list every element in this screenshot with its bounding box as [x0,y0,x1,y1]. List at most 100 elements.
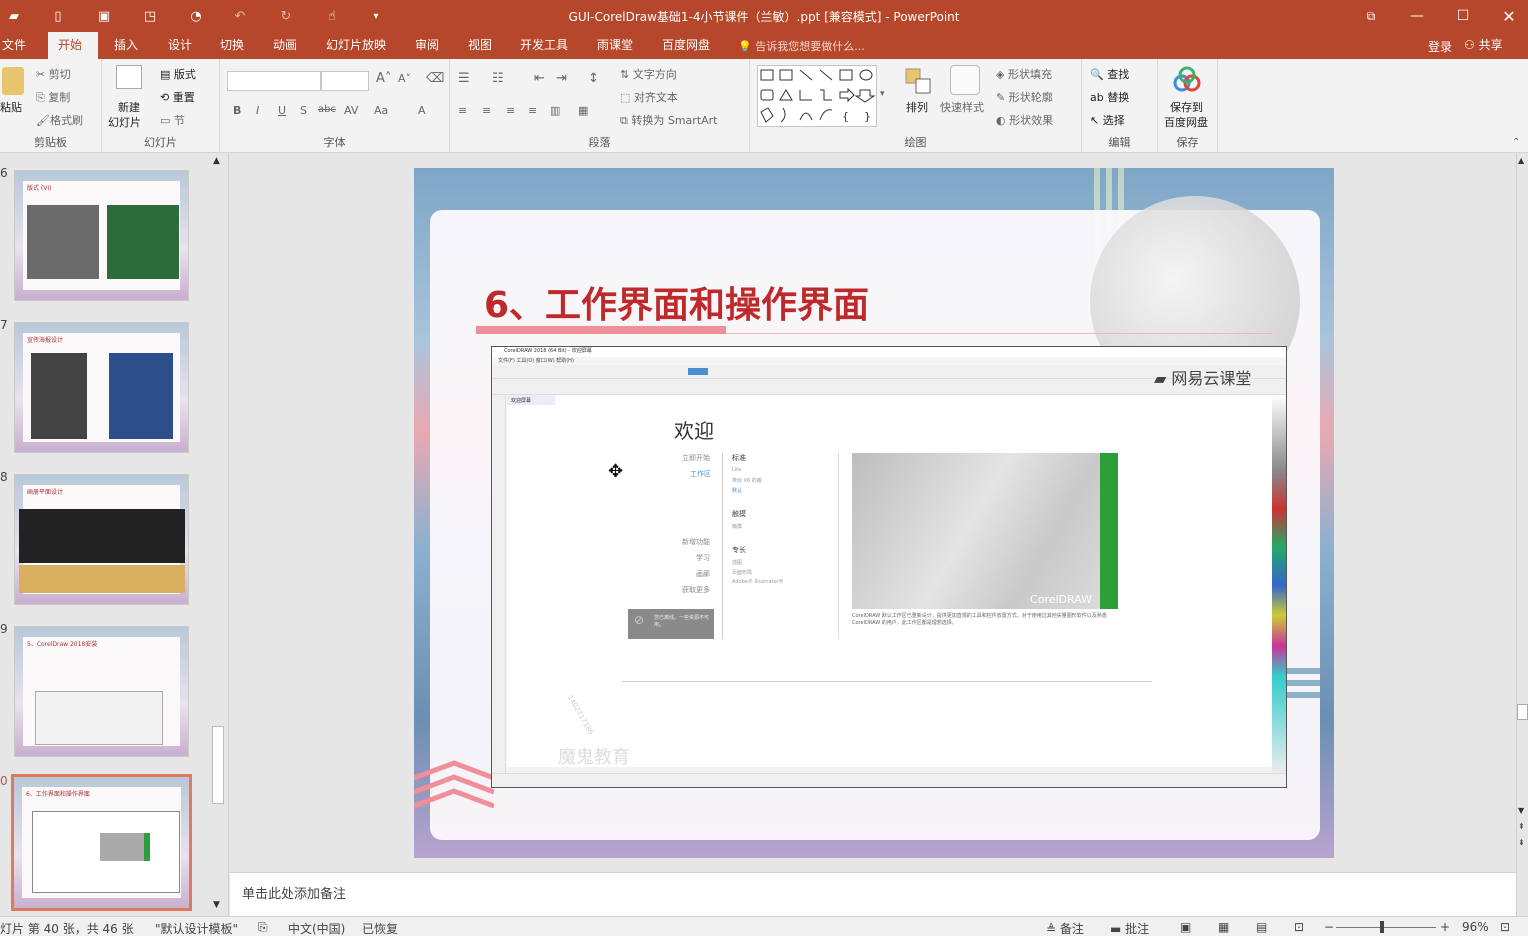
font-size-combo[interactable] [321,71,369,91]
shape-outline-button[interactable]: ✎ 形状轮廓 [996,89,1053,105]
font-color-icon[interactable]: A [418,104,426,117]
slideshow-view-icon[interactable]: ⊡ [1294,920,1304,934]
increase-indent-icon[interactable]: ⇥ [556,71,567,86]
align-left-icon[interactable]: ≡ [458,104,467,117]
copy-button[interactable]: ⎘ 复制 [36,89,70,105]
reset-button[interactable]: ⟲ 重置 [160,89,195,105]
arrange-icon[interactable] [904,67,934,97]
slide-canvas[interactable]: 6、工作界面和操作界面 CorelDRAW 2018 (64 Bit) - 欢迎… [414,168,1334,858]
maximize-button[interactable]: ☐ [1448,4,1478,28]
next-slide-icon[interactable]: ⇟ [1518,838,1525,847]
zoom-slider-knob[interactable] [1380,921,1384,933]
thumbs-scroll-thumb[interactable] [212,726,224,804]
tab-animations[interactable]: 动画 [263,32,307,59]
scroll-down-icon[interactable]: ▼ [213,900,220,910]
zoom-out-icon[interactable]: − [1324,920,1334,934]
text-direction-button[interactable]: ⇅ 文字方向 [620,66,677,82]
slide-scrollbar[interactable]: ▲ ▼ ⇞ ⇟ [1516,154,1528,916]
shrink-font-icon[interactable]: A˅ [398,72,411,85]
tab-design[interactable]: 设计 [158,32,202,59]
slide-thumbnail[interactable]: 版式 (VI) [14,170,189,301]
shapes-gallery[interactable]: {} [757,65,877,127]
new-slide-icon[interactable] [116,65,142,89]
paste-button[interactable]: 粘贴 [0,99,22,115]
arrange-button[interactable]: 排列 [906,99,928,115]
decrease-indent-icon[interactable]: ⇤ [534,71,545,86]
tell-me-box[interactable]: 💡 告诉我您想要做什么... [738,38,865,54]
reading-view-icon[interactable]: ▤ [1256,920,1267,934]
numbering-icon[interactable]: ☷ [492,71,504,86]
cut-button[interactable]: ✂ 剪切 [36,66,71,82]
share-button[interactable]: ⚇ 共享 [1464,36,1503,53]
zoom-in-icon[interactable]: + [1440,920,1450,934]
convert-smartart-button[interactable]: ⧉ 转换为 SmartArt [620,112,718,128]
shape-fill-button[interactable]: ◈ 形状填充 [996,66,1052,82]
replace-button[interactable]: ab 替换 [1090,89,1129,105]
columns-icon[interactable]: ▦ [578,104,588,117]
grow-font-icon[interactable]: A˄ [376,71,391,86]
spelling-icon[interactable]: ⎘ [258,920,268,935]
coreldraw-screenshot[interactable]: CorelDRAW 2018 (64 Bit) - 欢迎屏幕 文件(F) 工具(… [491,346,1287,788]
align-right-icon[interactable]: ≡ [506,104,515,117]
tab-transitions[interactable]: 切换 [210,32,254,59]
tab-file[interactable]: 文件 [0,32,36,59]
close-button[interactable]: ✕ [1494,4,1524,28]
tab-slideshow[interactable]: 幻灯片放映 [316,32,396,59]
italic-icon[interactable]: I [256,104,259,117]
ribbon-display-icon[interactable]: ⧉ [1356,4,1386,28]
quick-styles-icon[interactable] [950,65,980,95]
bold-icon[interactable]: B [233,104,241,117]
save-to-label[interactable]: 保存到 [1170,99,1203,115]
tab-rain-classroom[interactable]: 雨课堂 [587,32,643,59]
slide-thumbnail[interactable]: 画册平面设计 [14,474,189,605]
notes-toggle[interactable]: ≜ 备注 [1046,920,1084,936]
tab-home[interactable]: 开始 [48,32,98,59]
clear-format-icon[interactable]: ⌫ [426,71,444,86]
section-button[interactable]: ▭ 节 [160,112,185,128]
slide-sorter-icon[interactable]: ▦ [1218,920,1229,934]
slide-thumbnail[interactable]: 宣传海报设计 [14,322,189,453]
comments-toggle[interactable]: ▬ 批注 [1110,920,1149,936]
slide-title[interactable]: 6、工作界面和操作界面 [484,276,869,328]
zoom-slider[interactable] [1336,927,1436,928]
notes-pane[interactable]: 单击此处添加备注 [230,872,1516,916]
strikethrough-icon[interactable]: abc [318,104,336,115]
underline-icon[interactable]: U [278,104,286,117]
change-case-icon[interactable]: Aa [374,104,388,117]
tab-view[interactable]: 视图 [458,32,502,59]
char-spacing-icon[interactable]: AV [344,104,358,117]
shape-effects-button[interactable]: ◐ 形状效果 [996,112,1053,128]
paste-icon[interactable] [2,67,24,95]
login-link[interactable]: 登录 [1428,38,1452,55]
bullets-icon[interactable]: ☰ [458,71,470,86]
tab-baidu-netdisk[interactable]: 百度网盘 [652,32,720,59]
slide-thumbnail-active[interactable]: 6、工作界面和操作界面 [11,774,192,911]
notes-placeholder[interactable]: 单击此处添加备注 [242,883,346,902]
format-painter-button[interactable]: 🖌格式刷 [36,112,83,128]
align-center-icon[interactable]: ≡ [482,104,491,117]
slide-scroll-thumb[interactable] [1517,704,1528,720]
fit-slide-icon[interactable]: ⊡ [1500,920,1510,934]
scroll-up-icon[interactable]: ▲ [1518,156,1524,165]
shapes-more-icon[interactable]: ▾ [880,89,885,99]
layout-button[interactable]: ▤ 版式 [160,66,196,82]
scroll-up-icon[interactable]: ▲ [213,156,220,166]
align-text-button[interactable]: ⬚ 对齐文本 [620,89,678,105]
zoom-level[interactable]: 96% [1462,920,1489,934]
font-name-combo[interactable] [227,71,321,91]
quick-styles-button[interactable]: 快速样式 [940,99,984,115]
justify-icon[interactable]: ≡ [528,104,537,117]
baidu-cloud-icon[interactable] [1172,65,1202,95]
distribute-icon[interactable]: ▥ [550,104,560,117]
new-slide-label-2[interactable]: 幻灯片 [108,114,141,130]
tab-insert[interactable]: 插入 [104,32,148,59]
find-button[interactable]: 🔍 查找 [1090,66,1129,82]
collapse-ribbon-icon[interactable]: ⌃ [1512,137,1520,148]
slide-thumbnail[interactable]: 5、CorelDraw 2018安装 [14,626,189,757]
select-button[interactable]: ↖ 选择 [1090,112,1125,128]
scroll-down-icon[interactable]: ▼ [1518,806,1524,815]
shadow-icon[interactable]: S [300,104,307,117]
minimize-button[interactable]: — [1402,4,1432,28]
previous-slide-icon[interactable]: ⇞ [1518,822,1525,831]
language-indicator[interactable]: 中文(中国) [288,920,345,936]
